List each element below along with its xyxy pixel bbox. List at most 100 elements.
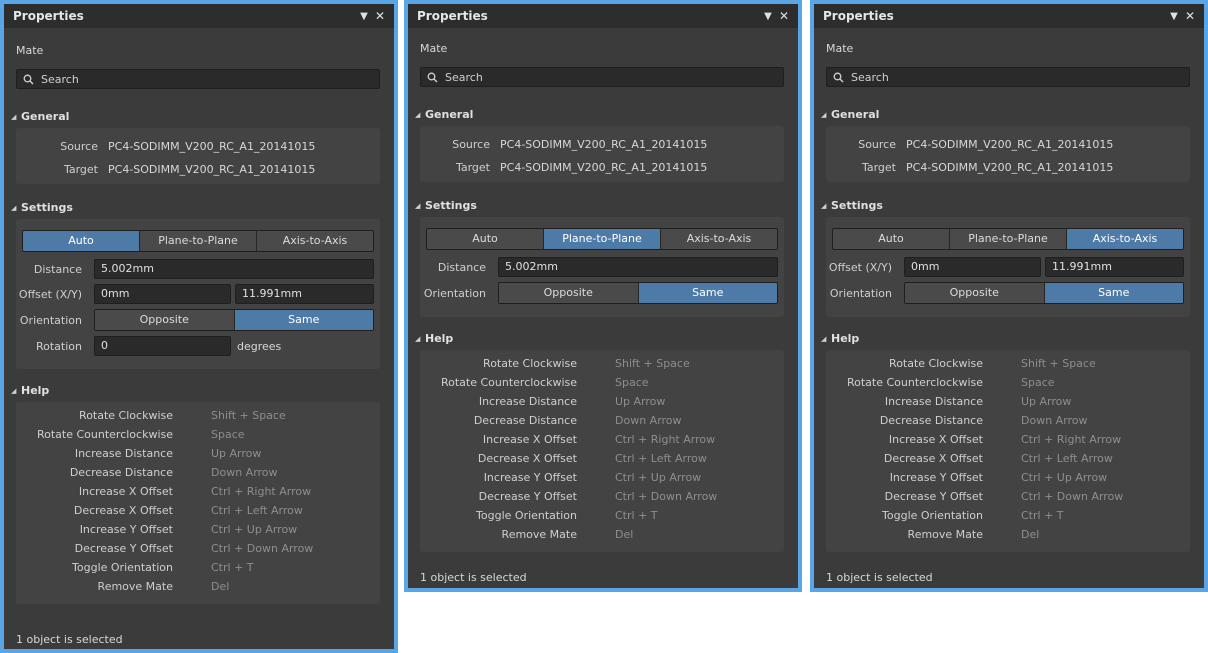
help-row: Decrease Distance Down Arrow: [420, 414, 784, 433]
dropdown-menu-icon[interactable]: ▼: [356, 11, 372, 22]
offset-x-field[interactable]: 0mm: [904, 257, 1041, 277]
help-shortcut: Ctrl + T: [211, 561, 254, 574]
help-section-header[interactable]: ◢ Help: [821, 332, 859, 345]
help-row: Toggle Orientation Ctrl + T: [420, 509, 784, 528]
orientation-same-button[interactable]: Same: [1043, 283, 1183, 303]
mode-axis-to-axis-button[interactable]: Axis-to-Axis: [1066, 229, 1183, 249]
help-row: Decrease Y Offset Ctrl + Down Arrow: [420, 490, 784, 509]
mode-axis-to-axis-button[interactable]: Axis-to-Axis: [660, 229, 777, 249]
target-value: PC4-SODIMM_V200_RC_A1_20141015: [500, 161, 708, 174]
offset-x-field[interactable]: 0mm: [94, 284, 231, 304]
panel-title-bar[interactable]: Properties ▼ ✕: [408, 4, 798, 28]
help-action: Rotate Clockwise: [79, 409, 173, 422]
settings-section-header[interactable]: ◢ Settings: [821, 199, 883, 212]
general-section-header[interactable]: ◢ General: [415, 108, 473, 121]
source-value: PC4-SODIMM_V200_RC_A1_20141015: [906, 138, 1114, 151]
general-header-label: General: [21, 110, 70, 123]
help-row: Rotate Clockwise Shift + Space: [826, 357, 1190, 376]
orientation-opposite-button[interactable]: Opposite: [95, 310, 234, 330]
help-action: Decrease X Offset: [73, 504, 173, 517]
help-action: Increase Y Offset: [79, 523, 173, 536]
close-icon[interactable]: ✕: [372, 9, 388, 23]
orientation-selector: Opposite Same: [94, 309, 374, 331]
search-input[interactable]: Search: [420, 67, 784, 87]
help-shortcut: Ctrl + Right Arrow: [615, 433, 716, 446]
mode-plane-to-plane-button[interactable]: Plane-to-Plane: [139, 231, 256, 251]
search-icon: [23, 74, 34, 84]
help-section-header[interactable]: ◢ Help: [415, 332, 453, 345]
help-shortcut: Up Arrow: [211, 447, 262, 460]
help-action: Increase X Offset: [482, 433, 577, 446]
help-shortcut: Down Arrow: [1021, 414, 1088, 427]
status-text: 1 object is selected: [420, 571, 527, 584]
help-action: Increase Y Offset: [483, 471, 577, 484]
mate-type-selector: Auto Plane-to-Plane Axis-to-Axis: [22, 230, 374, 252]
dropdown-menu-icon[interactable]: ▼: [760, 11, 776, 22]
help-row: Rotate Counterclockwise Space: [826, 376, 1190, 395]
orientation-opposite-button[interactable]: Opposite: [499, 283, 638, 303]
search-icon: [427, 72, 438, 82]
help-action: Decrease Y Offset: [884, 490, 983, 503]
help-row: Decrease Distance Down Arrow: [16, 466, 380, 485]
help-row: Decrease X Offset Ctrl + Left Arrow: [826, 452, 1190, 471]
help-row: Decrease Distance Down Arrow: [826, 414, 1190, 433]
collapse-triangle-icon: ◢: [821, 110, 827, 119]
help-row: Increase X Offset Ctrl + Right Arrow: [420, 433, 784, 452]
distance-label: Distance: [437, 261, 486, 274]
help-action: Increase Distance: [884, 395, 983, 408]
close-icon[interactable]: ✕: [1182, 9, 1198, 23]
help-section-header[interactable]: ◢ Help: [11, 384, 49, 397]
help-action: Decrease Distance: [69, 466, 173, 479]
orientation-same-button[interactable]: Same: [233, 310, 373, 330]
settings-section-header[interactable]: ◢ Settings: [11, 201, 73, 214]
properties-panel-auto: Properties ▼ ✕ Mate Search ◢ General Sou…: [0, 0, 398, 653]
help-row: Increase Y Offset Ctrl + Up Arrow: [16, 523, 380, 542]
mode-plane-to-plane-button[interactable]: Plane-to-Plane: [543, 229, 660, 249]
target-label: Target: [861, 161, 896, 174]
help-box: Rotate Clockwise Shift + Space Rotate Coun…: [826, 350, 1190, 552]
general-box: Source PC4-SODIMM_V200_RC_A1_20141015 Ta…: [826, 126, 1190, 182]
rotation-field[interactable]: 0: [94, 336, 231, 356]
general-section-header[interactable]: ◢ General: [11, 110, 69, 123]
orientation-same-button[interactable]: Same: [637, 283, 777, 303]
general-section-header[interactable]: ◢ General: [821, 108, 879, 121]
help-row: Increase Distance Up Arrow: [420, 395, 784, 414]
offset-y-field[interactable]: 11.991mm: [1045, 257, 1184, 277]
panel-title-bar[interactable]: Properties ▼ ✕: [814, 4, 1204, 28]
collapse-triangle-icon: ◢: [415, 110, 421, 119]
general-header-label: General: [831, 108, 880, 121]
orientation-opposite-button[interactable]: Opposite: [905, 283, 1044, 303]
help-shortcut: Shift + Space: [211, 409, 286, 422]
offset-y-field[interactable]: 11.991mm: [235, 284, 374, 304]
help-action: Decrease X Offset: [883, 452, 983, 465]
mode-auto-button[interactable]: Auto: [23, 231, 139, 251]
close-icon[interactable]: ✕: [776, 9, 792, 23]
search-input[interactable]: Search: [16, 69, 380, 89]
help-row: Increase Distance Up Arrow: [16, 447, 380, 466]
distance-field[interactable]: 5.002mm: [94, 259, 374, 279]
help-row: Decrease X Offset Ctrl + Left Arrow: [16, 504, 380, 523]
panel-title: Properties: [13, 9, 84, 23]
mode-plane-to-plane-button[interactable]: Plane-to-Plane: [949, 229, 1066, 249]
help-shortcut: Shift + Space: [615, 357, 690, 370]
orientation-label: Orientation: [829, 287, 892, 300]
mode-axis-to-axis-button[interactable]: Axis-to-Axis: [256, 231, 373, 251]
mode-auto-button[interactable]: Auto: [427, 229, 543, 249]
panel-title-bar[interactable]: Properties ▼ ✕: [4, 4, 394, 28]
help-header-label: Help: [21, 384, 50, 397]
help-row: Decrease Y Offset Ctrl + Down Arrow: [16, 542, 380, 561]
help-box: Rotate Clockwise Shift + Space Rotate Coun…: [16, 402, 380, 604]
general-header-label: General: [425, 108, 474, 121]
dropdown-menu-icon[interactable]: ▼: [1166, 11, 1182, 22]
panel-title: Properties: [417, 9, 488, 23]
offset-label: Offset (X/Y): [18, 288, 82, 301]
search-input[interactable]: Search: [826, 67, 1190, 87]
settings-section-header[interactable]: ◢ Settings: [415, 199, 477, 212]
search-placeholder: Search: [41, 72, 79, 86]
help-shortcut: Space: [1021, 376, 1055, 389]
help-shortcut: Space: [615, 376, 649, 389]
distance-field[interactable]: 5.002mm: [498, 257, 778, 277]
mode-auto-button[interactable]: Auto: [833, 229, 949, 249]
help-action: Remove Mate: [97, 580, 173, 593]
help-row: Toggle Orientation Ctrl + T: [826, 509, 1190, 528]
